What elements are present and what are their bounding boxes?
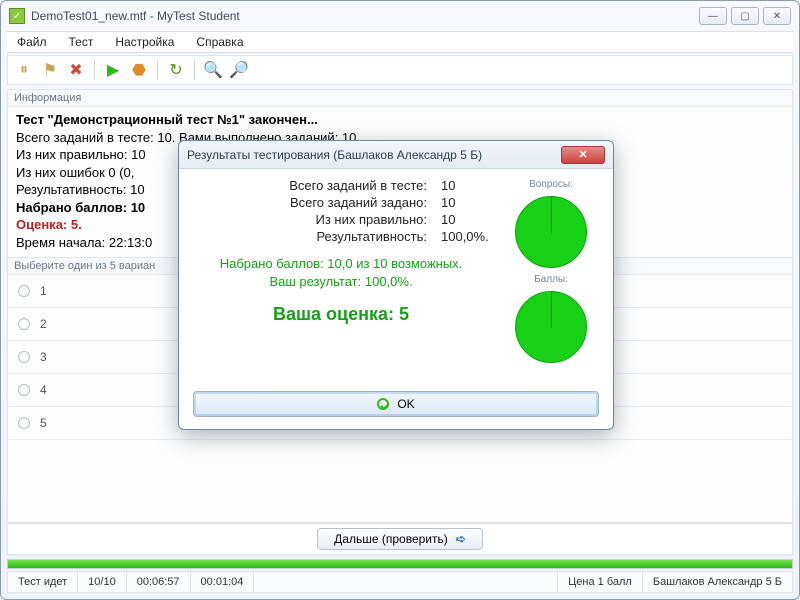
menu-settings[interactable]: Настройка <box>111 33 178 51</box>
menu-help[interactable]: Справка <box>192 33 247 51</box>
menu-file[interactable]: Файл <box>13 33 51 51</box>
option-label: 4 <box>40 383 47 397</box>
status-price: Цена 1 балл <box>558 572 643 592</box>
pie-label-points: Баллы: <box>534 274 568 285</box>
option-label: 3 <box>40 350 47 364</box>
option-label: 2 <box>40 317 47 331</box>
status-state: Тест идет <box>8 572 78 592</box>
score-line-1: Набрано баллов: 10,0 из 10 возможных. <box>191 255 491 273</box>
radio-icon[interactable] <box>18 351 30 363</box>
dialog-footer: OK <box>179 391 613 429</box>
radio-icon[interactable] <box>18 318 30 330</box>
stats-block: Всего заданий в тесте: 10 Всего заданий з… <box>191 177 491 245</box>
pause-icon[interactable]: ⏸ <box>14 60 34 80</box>
dialog-charts: Вопросы: Баллы: <box>501 177 601 387</box>
refresh-icon[interactable]: ↻ <box>166 60 186 80</box>
menu-bar: Файл Тест Настройка Справка <box>7 31 793 53</box>
stat-label: Всего заданий задано: <box>290 195 427 210</box>
status-time-1: 00:06:57 <box>127 572 191 592</box>
status-bar: Тест идет 10/10 00:06:57 00:01:04 Цена 1… <box>7 571 793 593</box>
check-icon <box>377 398 389 410</box>
info-title: Тест "Демонстрационный тест №1" закончен… <box>16 111 784 129</box>
minimize-button[interactable]: — <box>699 7 727 25</box>
radio-icon[interactable] <box>18 285 30 297</box>
option-label: 1 <box>40 284 47 298</box>
status-time-2: 00:01:04 <box>191 572 255 592</box>
separator <box>194 60 195 80</box>
results-dialog: Результаты тестирования (Башлаков Алекса… <box>178 140 614 430</box>
pie-label-questions: Вопросы: <box>529 179 573 190</box>
grade-text: Ваша оценка: 5 <box>191 304 491 325</box>
next-bar: Дальше (проверить) ➪ <box>7 523 793 555</box>
score-line-2: Ваш результат: 100,0%. <box>191 273 491 291</box>
stat-label: Результативность: <box>316 229 427 244</box>
app-icon: ✓ <box>9 8 25 24</box>
ok-label: OK <box>397 397 414 411</box>
stop-icon[interactable]: ⬣ <box>129 60 149 80</box>
dialog-left: Всего заданий в тесте: 10 Всего заданий з… <box>191 177 491 387</box>
score-text: Набрано баллов: 10,0 из 10 возможных. Ва… <box>191 255 491 290</box>
next-button[interactable]: Дальше (проверить) ➪ <box>317 528 483 550</box>
zoom-out-icon[interactable]: 🔎 <box>229 60 249 80</box>
stat-label: Из них правильно: <box>315 212 427 227</box>
flag-icon[interactable]: ⚑ <box>40 60 60 80</box>
radio-icon[interactable] <box>18 384 30 396</box>
stat-value: 10 <box>441 212 491 227</box>
dialog-close-button[interactable]: ✕ <box>561 146 605 164</box>
dialog-title: Результаты тестирования (Башлаков Алекса… <box>187 148 561 162</box>
titlebar: ✓ DemoTest01_new.mtf - MyTest Student — … <box>1 1 799 31</box>
arrow-right-icon: ➪ <box>456 532 466 546</box>
window-controls: — ▢ ✕ <box>699 7 791 25</box>
pie-chart-points <box>515 291 587 363</box>
separator <box>157 60 158 80</box>
play-icon[interactable]: ▶ <box>103 60 123 80</box>
toolbar: ⏸ ⚑ ✖ ▶ ⬣ ↻ 🔍 🔎 <box>7 55 793 85</box>
cancel-icon[interactable]: ✖ <box>66 60 86 80</box>
option-label: 5 <box>40 416 47 430</box>
status-user: Башлаков Александр 5 Б <box>643 572 792 592</box>
separator <box>94 60 95 80</box>
status-progress: 10/10 <box>78 572 127 592</box>
info-heading: Информация <box>8 90 792 107</box>
progress-bar <box>7 559 793 569</box>
dialog-body: Всего заданий в тесте: 10 Всего заданий з… <box>179 169 613 391</box>
radio-icon[interactable] <box>18 417 30 429</box>
window-title: DemoTest01_new.mtf - MyTest Student <box>31 9 699 23</box>
close-button[interactable]: ✕ <box>763 7 791 25</box>
next-label: Дальше (проверить) <box>334 532 448 546</box>
maximize-button[interactable]: ▢ <box>731 7 759 25</box>
status-spacer <box>254 572 558 592</box>
stat-value: 10 <box>441 195 491 210</box>
dialog-titlebar: Результаты тестирования (Башлаков Алекса… <box>179 141 613 169</box>
stat-value: 10 <box>441 178 491 193</box>
menu-test[interactable]: Тест <box>65 33 98 51</box>
stat-value: 100,0%. <box>441 229 491 244</box>
zoom-in-icon[interactable]: 🔍 <box>203 60 223 80</box>
ok-button[interactable]: OK <box>193 391 599 417</box>
stat-label: Всего заданий в тесте: <box>289 178 427 193</box>
pie-chart-questions <box>515 196 587 268</box>
